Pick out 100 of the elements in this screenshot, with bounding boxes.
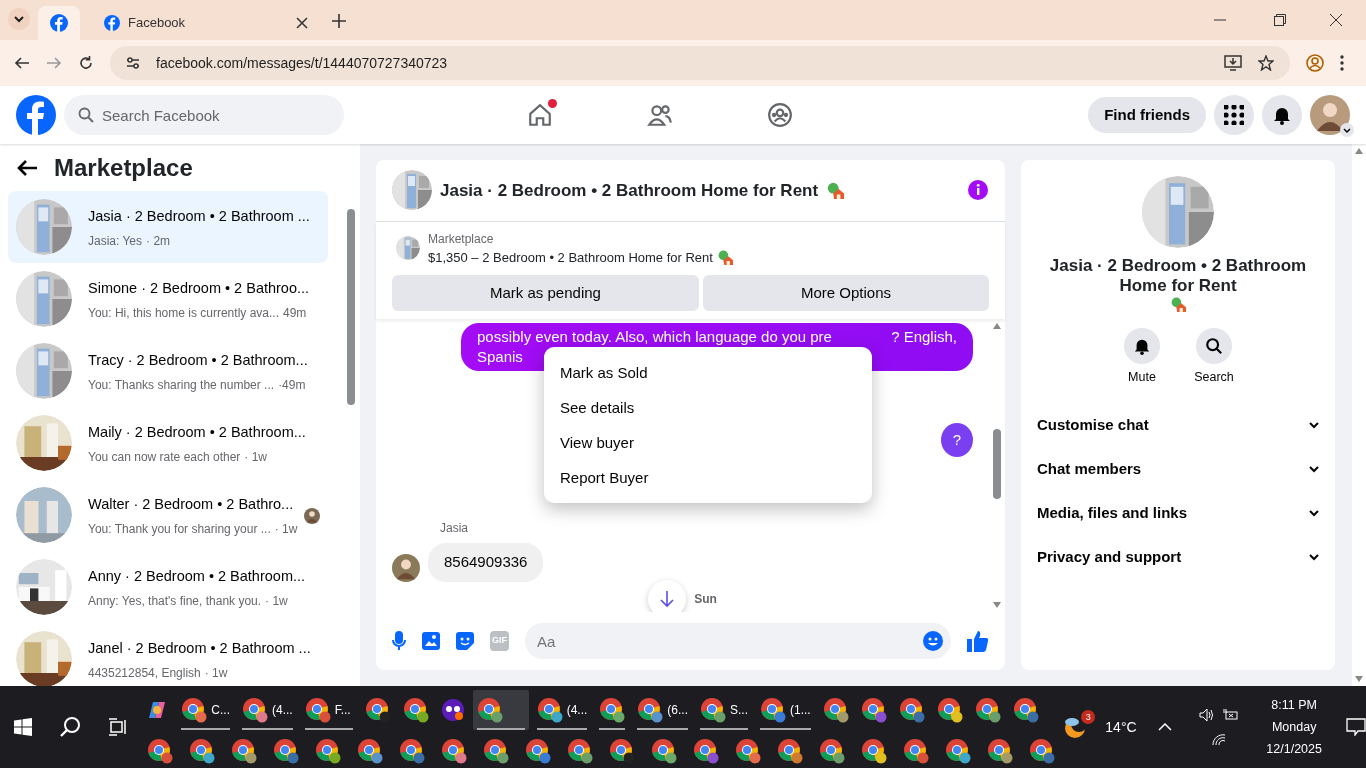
- chevron-up-icon[interactable]: [1157, 723, 1172, 731]
- search-icon[interactable]: [58, 716, 81, 738]
- browser-icon[interactable]: [735, 738, 762, 764]
- conversation-item[interactable]: Simone · 2 Bedroom • 2 Bathroo... You: Hi, this home is currently ava... 49m: [8, 263, 329, 336]
- browser-icon[interactable]: [181, 697, 208, 723]
- browser-icon[interactable]: [861, 738, 888, 764]
- browser-icon[interactable]: [822, 697, 849, 723]
- browser-icon[interactable]: [693, 738, 720, 764]
- home-icon[interactable]: [527, 102, 553, 128]
- browser-icon[interactable]: [860, 697, 887, 723]
- message-input[interactable]: Aa: [525, 623, 951, 660]
- scroll-down-button[interactable]: [648, 579, 687, 613]
- sticker-icon[interactable]: [456, 632, 474, 651]
- notifications-button[interactable]: [1262, 95, 1302, 135]
- scroll-up-icon[interactable]: [1355, 148, 1363, 154]
- taskbar-label[interactable]: (4...: [272, 701, 293, 719]
- taskbar-label[interactable]: S...: [730, 701, 749, 719]
- browser-icon[interactable]: [242, 697, 268, 723]
- browser-icon[interactable]: [974, 697, 1001, 723]
- battery-icon[interactable]: [1222, 708, 1239, 722]
- new-tab-icon[interactable]: [332, 14, 346, 28]
- browser-icon[interactable]: [609, 738, 636, 764]
- more-options-button[interactable]: More Options: [702, 275, 989, 312]
- groups-icon[interactable]: [767, 102, 793, 128]
- browser-icon[interactable]: [441, 738, 468, 764]
- browser-icon[interactable]: [777, 738, 804, 764]
- conversation-item[interactable]: Maily · 2 Bedroom • 2 Bathroom... You can now rate each other · 1w: [8, 407, 329, 480]
- browser-icon[interactable]: [637, 697, 664, 723]
- browser-icon[interactable]: [189, 738, 216, 764]
- taskbar-label[interactable]: F...: [334, 701, 351, 719]
- scrollbar-thumb[interactable]: [993, 429, 1001, 500]
- scroll-down-icon[interactable]: [993, 602, 1001, 609]
- taskbar-label[interactable]: (1...: [790, 701, 811, 719]
- taskbar-label[interactable]: C...: [211, 701, 230, 719]
- browser-icon[interactable]: [987, 738, 1014, 764]
- mask-icon[interactable]: [440, 698, 465, 722]
- network-icon[interactable]: [1211, 734, 1226, 746]
- restore-icon[interactable]: [1274, 14, 1286, 26]
- friends-icon[interactable]: [647, 102, 673, 128]
- taskbar-label[interactable]: (6...: [667, 701, 688, 719]
- clock-date[interactable]: 12/1/2025: [1266, 738, 1322, 760]
- menu-icon[interactable]: [1340, 55, 1344, 71]
- browser-icon[interactable]: [402, 697, 429, 723]
- browser-icon[interactable]: [567, 738, 594, 764]
- microphone-icon[interactable]: [392, 631, 406, 652]
- task-view-icon[interactable]: [107, 718, 128, 736]
- mark-pending-button[interactable]: Mark as pending: [392, 275, 699, 312]
- browser-icon[interactable]: [903, 738, 930, 764]
- conversation-item[interactable]: Jasia · 2 Bedroom • 2 Bathroom ... Jasia: Yes · 2m: [8, 191, 329, 264]
- caret-icon[interactable]: [1340, 123, 1354, 137]
- info-icon[interactable]: [967, 179, 989, 202]
- facebook-tab-icon[interactable]: [104, 15, 120, 31]
- emoji-icon[interactable]: [923, 631, 943, 652]
- menu-item[interactable]: Mark as Sold: [544, 355, 872, 391]
- bookmark-star-icon[interactable]: [1258, 55, 1274, 71]
- tab-list-icon[interactable]: [8, 8, 30, 30]
- browser-icon[interactable]: [273, 738, 300, 764]
- browser-icon[interactable]: [364, 697, 391, 723]
- browser-icon[interactable]: [231, 738, 258, 764]
- browser-icon[interactable]: [651, 738, 678, 764]
- conversation-item[interactable]: Walter · 2 Bedroom • 2 Bathro... You: Thank you for sharing your ... · 1w: [8, 479, 329, 552]
- conversation-item[interactable]: Anny · 2 Bedroom • 2 Bathroom... Anny: Yes, that's fine, thank you. · 1w: [8, 551, 329, 624]
- conversation-item[interactable]: Janel · 2 Bedroom • 2 Bathroom ... 4435212854, English · 1w: [8, 623, 329, 686]
- close-icon[interactable]: [296, 17, 308, 29]
- start-icon[interactable]: [13, 718, 32, 736]
- browser-icon[interactable]: [525, 738, 552, 764]
- temperature[interactable]: 14°C: [1105, 716, 1137, 738]
- browser-icon[interactable]: [599, 697, 626, 723]
- scroll-up-icon[interactable]: [993, 323, 1001, 330]
- install-icon[interactable]: [1224, 55, 1242, 71]
- scrollbar-thumb[interactable]: [347, 209, 356, 406]
- browser-icon[interactable]: [700, 697, 726, 723]
- browser-icon[interactable]: [399, 738, 426, 764]
- search-field[interactable]: Search Facebook: [64, 95, 344, 135]
- browser-icon[interactable]: [536, 697, 563, 723]
- browser-icon[interactable]: [476, 697, 503, 723]
- browser-icon[interactable]: [315, 738, 342, 764]
- browser-icon[interactable]: [819, 738, 846, 764]
- mute-button[interactable]: [1124, 328, 1160, 364]
- like-icon[interactable]: [967, 630, 989, 653]
- back-icon[interactable]: [14, 55, 30, 71]
- browser-icon[interactable]: [357, 738, 384, 764]
- browser-icon[interactable]: [304, 697, 331, 723]
- browser-icon[interactable]: [483, 738, 510, 764]
- scroll-down-icon[interactable]: [1355, 676, 1363, 682]
- find-friends-button[interactable]: Find friends: [1088, 97, 1206, 133]
- site-settings-icon[interactable]: [126, 56, 140, 70]
- clock-time[interactable]: 8:11 PM: [1271, 694, 1317, 716]
- menu-item[interactable]: See details: [544, 390, 872, 426]
- taskbar-label[interactable]: (4...: [566, 701, 588, 719]
- search-button[interactable]: [1196, 328, 1232, 364]
- apps-menu-button[interactable]: [1214, 95, 1254, 135]
- browser-icon[interactable]: [760, 697, 787, 723]
- conversation-item[interactable]: Tracy · 2 Bedroom • 2 Bathroom... You: Thanks sharing the number ... ·49m: [8, 335, 329, 408]
- browser-icon[interactable]: [945, 738, 972, 764]
- menu-item[interactable]: View buyer: [544, 425, 872, 461]
- browser-icon[interactable]: [898, 697, 925, 723]
- back-arrow-icon[interactable]: [16, 158, 38, 177]
- image-icon[interactable]: [422, 632, 440, 651]
- browser-icon[interactable]: [1029, 738, 1056, 764]
